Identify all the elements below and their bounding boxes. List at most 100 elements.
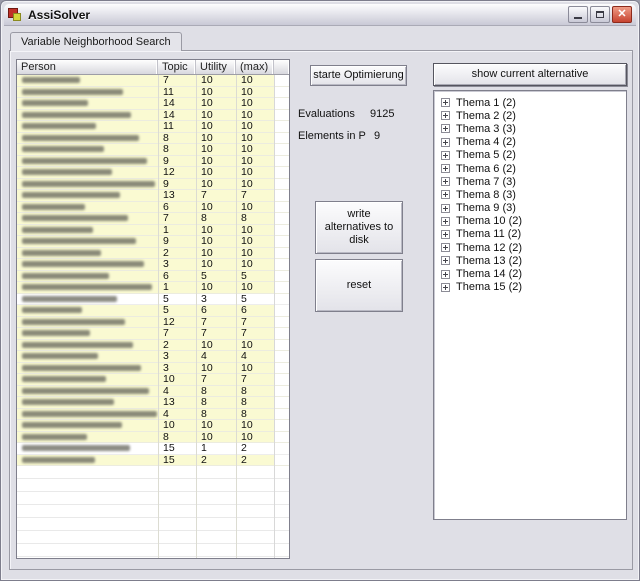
cell-utility: 3 [201,294,207,305]
table-row[interactable]: 344 [17,351,289,363]
person-name-redacted [22,445,130,451]
table-row[interactable]: 71010 [17,75,289,87]
cell-max: 5 [241,294,247,305]
column-header-utility[interactable]: Utility [196,60,236,74]
maximize-icon [596,11,604,18]
table-row[interactable]: 91010 [17,179,289,191]
tree-item-label: Thema 11 (2) [456,228,521,240]
tree-item[interactable]: Thema 6 (2) [438,162,626,175]
tree-item[interactable]: Thema 14 (2) [438,267,626,280]
table-row[interactable]: 777 [17,328,289,340]
tree-item[interactable]: Thema 13 (2) [438,254,626,267]
expand-icon[interactable] [441,243,450,252]
write-alternatives-label: write alternatives to disk [320,208,398,247]
expand-icon[interactable] [441,270,450,279]
table-row[interactable]: 1077 [17,374,289,386]
write-alternatives-button[interactable]: write alternatives to disk [315,201,403,254]
table-row[interactable]: 1512 [17,443,289,455]
cell-max: 10 [241,420,253,431]
tree-item[interactable]: Thema 3 (3) [438,122,626,135]
cell-topic: 9 [163,156,169,167]
cell-topic: 14 [163,98,175,109]
tree-item[interactable]: Thema 1 (2) [438,96,626,109]
cell-topic: 8 [163,133,169,144]
tree-item[interactable]: Thema 10 (2) [438,215,626,228]
column-header-person[interactable]: Person [17,60,158,74]
cell-utility: 10 [201,75,213,86]
reset-button[interactable]: reset [315,259,403,312]
table-row[interactable]: 788 [17,213,289,225]
table-row[interactable]: 101010 [17,420,289,432]
table-row[interactable]: 81010 [17,432,289,444]
cell-topic: 8 [163,144,169,155]
tree-item[interactable]: Thema 12 (2) [438,241,626,254]
expand-icon[interactable] [441,164,450,173]
tree-item[interactable]: Thema 8 (3) [438,188,626,201]
show-current-alternative-button[interactable]: show current alternative [433,63,627,86]
table-row[interactable]: 1522 [17,455,289,467]
expand-icon[interactable] [441,256,450,265]
tree-item[interactable]: Thema 11 (2) [438,228,626,241]
tree-item[interactable]: Thema 4 (2) [438,136,626,149]
cell-max: 10 [241,432,253,443]
minimize-button[interactable] [568,6,588,23]
table-row[interactable]: 11010 [17,282,289,294]
table-row[interactable]: 61010 [17,202,289,214]
expand-icon[interactable] [441,230,450,239]
table-row[interactable]: 141010 [17,98,289,110]
expand-icon[interactable] [441,217,450,226]
table-row[interactable]: 31010 [17,363,289,375]
titlebar[interactable]: AssiSolver ✕ [4,4,636,26]
tree-item-label: Thema 6 (2) [456,163,516,175]
client-area: Variable Neighborhood Search Person Topi… [4,27,636,577]
cell-max: 10 [241,121,253,132]
table-row[interactable]: 1388 [17,397,289,409]
table-row[interactable]: 1277 [17,317,289,329]
expand-icon[interactable] [441,283,450,292]
expand-icon[interactable] [441,151,450,160]
table-row[interactable]: 121010 [17,167,289,179]
expand-icon[interactable] [441,204,450,213]
expand-icon[interactable] [441,138,450,147]
tree-item-label: Thema 3 (3) [456,123,516,135]
person-name-redacted [22,192,120,198]
expand-icon[interactable] [441,190,450,199]
tab-variable-neighborhood-search[interactable]: Variable Neighborhood Search [10,32,182,51]
table-row[interactable]: 31010 [17,259,289,271]
expand-icon[interactable] [441,98,450,107]
tree-item-label: Thema 15 (2) [456,281,522,293]
tree-item[interactable]: Thema 5 (2) [438,149,626,162]
tree-item[interactable]: Thema 2 (2) [438,109,626,122]
expand-icon[interactable] [441,124,450,133]
expand-icon[interactable] [441,111,450,120]
maximize-button[interactable] [590,6,610,23]
table-row[interactable]: 535 [17,294,289,306]
cell-utility: 10 [201,432,213,443]
person-name-redacted [22,296,117,302]
tree-item-label: Thema 5 (2) [456,149,516,161]
table-row[interactable]: 566 [17,305,289,317]
cell-utility: 4 [201,351,207,362]
expand-icon[interactable] [441,177,450,186]
close-button[interactable]: ✕ [612,6,632,23]
cell-topic: 3 [163,351,169,362]
table-row[interactable]: 21010 [17,340,289,352]
table-row[interactable]: 81010 [17,144,289,156]
minimize-icon [574,17,582,19]
elements-in-p-value: 9 [374,130,380,142]
table-row[interactable]: 91010 [17,236,289,248]
column-header-max[interactable]: (max) [236,60,274,74]
column-header-topic[interactable]: Topic [158,60,196,74]
cell-utility: 10 [201,202,213,213]
window-controls: ✕ [568,6,632,23]
table-row[interactable]: 111010 [17,121,289,133]
tree-item[interactable]: Thema 9 (3) [438,202,626,215]
person-name-redacted [22,330,90,336]
table-row[interactable]: 1377 [17,190,289,202]
table-row[interactable]: 488 [17,386,289,398]
tree-item[interactable]: Thema 7 (3) [438,175,626,188]
start-optimization-button[interactable]: starte Optimierung [310,65,407,86]
tree-item[interactable]: Thema 15 (2) [438,281,626,294]
listview-body: 7101011101014101014101011101081010810109… [17,75,289,559]
close-icon: ✕ [617,7,626,22]
